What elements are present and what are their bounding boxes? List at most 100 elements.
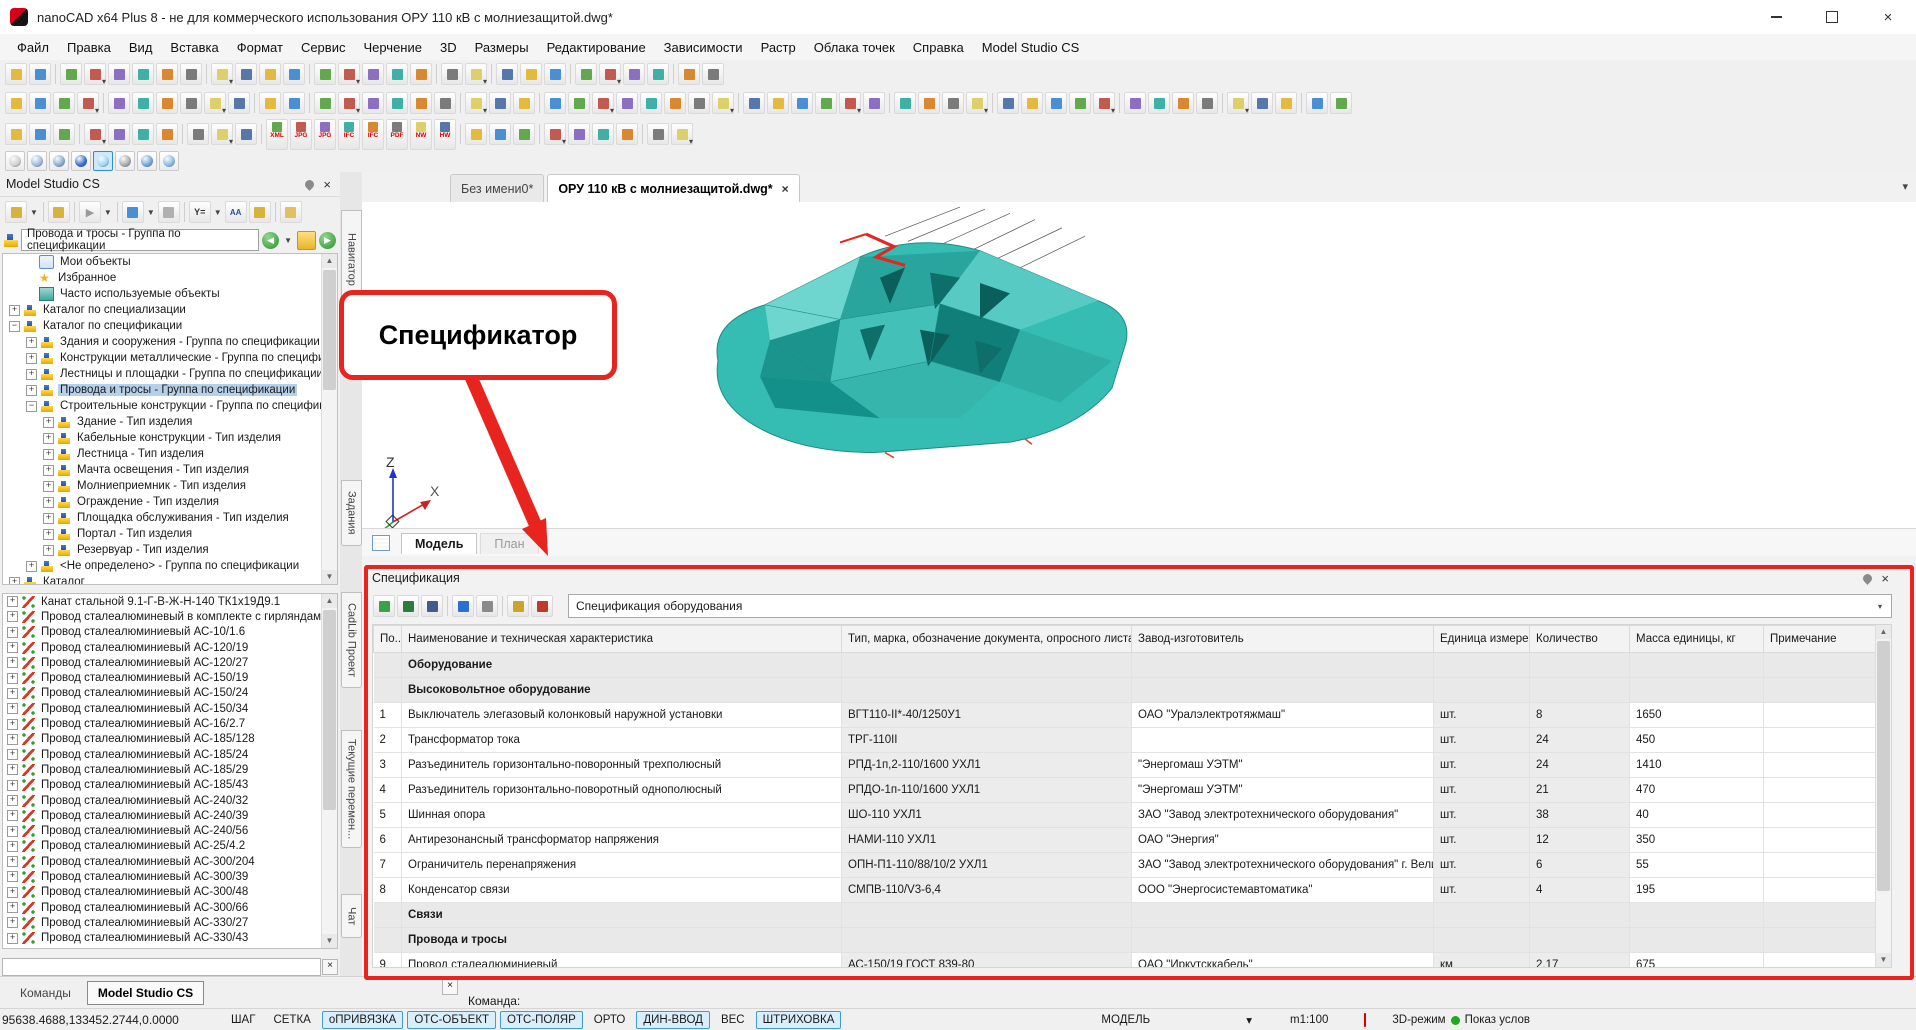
toolbar-icon[interactable] xyxy=(156,92,178,114)
tree-item[interactable]: +Каталог xyxy=(3,574,337,585)
menu-item-1[interactable]: Файл xyxy=(8,37,58,58)
export-ifc-icon[interactable]: IFC xyxy=(338,119,360,150)
chip-icon[interactable] xyxy=(158,201,180,223)
pin-icon[interactable] xyxy=(304,178,317,191)
tree-item[interactable]: +Резервуар - Тип изделия xyxy=(3,542,337,558)
export-xml-icon[interactable]: XML xyxy=(266,119,288,150)
toolbar-icon[interactable] xyxy=(1251,92,1273,114)
scroll-up-icon[interactable]: ▲ xyxy=(322,594,337,608)
expander-icon[interactable]: + xyxy=(43,497,54,508)
filter-input[interactable] xyxy=(2,958,321,976)
toolbar-icon[interactable] xyxy=(623,63,645,85)
menu-item-7[interactable]: Черчение xyxy=(354,37,431,58)
visual-style-icon-4[interactable] xyxy=(71,151,91,171)
toolbar-icon[interactable] xyxy=(1124,92,1146,114)
expander-icon[interactable]: + xyxy=(7,780,18,791)
toolbar-icon[interactable] xyxy=(434,92,456,114)
minimize-button[interactable] xyxy=(1748,0,1804,34)
back-icon[interactable]: ◀ xyxy=(262,232,279,249)
visual-style-icon-7[interactable] xyxy=(137,151,157,171)
expander-icon[interactable]: + xyxy=(43,449,54,460)
delete-table-icon[interactable] xyxy=(531,595,553,617)
console-tab-inactive[interactable]: Команды xyxy=(10,982,81,1004)
toolbar-icon[interactable] xyxy=(314,63,336,85)
forward-icon[interactable]: ▶ xyxy=(319,232,336,249)
document-tab[interactable]: ОРУ 110 кВ с молниезащитой.dwg*× xyxy=(547,174,799,202)
expander-icon[interactable]: + xyxy=(7,871,18,882)
close-icon[interactable]: × xyxy=(320,177,334,192)
toggle-опривязка[interactable]: оПРИВЯЗКА xyxy=(322,1011,404,1029)
toolbar-icon[interactable] xyxy=(386,92,408,114)
table-row[interactable]: 8Конденсатор связиСМПВ-110/V3-6,4ООО "Эн… xyxy=(374,878,1891,903)
visual-style-icon-1[interactable] xyxy=(5,151,25,171)
mode-3d-label[interactable]: 3D-режим xyxy=(1392,1014,1445,1026)
document-tab[interactable]: Без имени0* xyxy=(450,174,544,202)
toolbar-icon[interactable] xyxy=(894,92,916,114)
visual-style-icon-2[interactable] xyxy=(27,151,47,171)
toolbar-icon[interactable] xyxy=(918,92,940,114)
list-item[interactable]: +Провод сталеалюминиевый АС-330/27 xyxy=(3,915,337,930)
expander-icon[interactable]: + xyxy=(7,642,18,653)
expander-icon[interactable]: + xyxy=(7,611,18,622)
expander-icon[interactable]: + xyxy=(7,917,18,928)
clear-filter-button[interactable]: × xyxy=(322,959,338,975)
refresh-icon[interactable] xyxy=(452,595,474,617)
toolbar-icon[interactable] xyxy=(942,92,964,114)
toolbar-icon[interactable] xyxy=(108,63,130,85)
close-icon[interactable]: × xyxy=(1878,571,1892,586)
toolbar-icon[interactable] xyxy=(5,123,27,145)
expander-icon[interactable]: + xyxy=(43,481,54,492)
toolbar-icon[interactable] xyxy=(743,92,765,114)
table-row[interactable]: 3Разъединитель горизонтально-поворонный … xyxy=(374,753,1891,778)
toggle-отс-поляр[interactable]: ОТС-ПОЛЯР xyxy=(500,1011,583,1029)
toolbar-icon[interactable] xyxy=(53,92,75,114)
scroll-down-icon[interactable]: ▼ xyxy=(322,934,337,948)
export-ifc-icon[interactable]: IFC xyxy=(362,119,384,150)
toolbar-icon[interactable] xyxy=(664,92,686,114)
dropdown-caret-icon[interactable]: ▾ xyxy=(1246,1015,1252,1027)
tree-item[interactable]: +Конструкции металлические - Группа по с… xyxy=(3,350,337,366)
scroll-thumb[interactable] xyxy=(323,610,336,810)
tree-item[interactable]: +Мачта освещения - Тип изделия xyxy=(3,462,337,478)
visual-style-icon-3[interactable] xyxy=(49,151,69,171)
toolbar-icon[interactable] xyxy=(235,123,257,145)
export-pdf-icon[interactable]: PDF xyxy=(386,119,408,150)
list-item[interactable]: +Провод сталеалюминиевый АС-150/19 xyxy=(3,670,337,685)
toolbar-icon[interactable] xyxy=(863,92,885,114)
toolbar-icon[interactable] xyxy=(513,92,535,114)
toolbar-icon[interactable] xyxy=(29,123,51,145)
list-item[interactable]: +Провод сталеалюминиевый АС-150/24 xyxy=(3,686,337,701)
table-row[interactable]: Провода и тросы xyxy=(374,928,1891,953)
printer-icon[interactable] xyxy=(5,201,27,223)
export-nw-icon[interactable]: NW xyxy=(410,119,432,150)
toolbar-icon[interactable] xyxy=(616,92,638,114)
column-header[interactable]: Завод-изготовитель xyxy=(1132,626,1434,653)
toolbar-icon[interactable] xyxy=(84,63,106,85)
list-scrollbar[interactable]: ▲ ▼ xyxy=(321,594,337,948)
menu-item-11[interactable]: Зависимости xyxy=(655,37,752,58)
expander-icon[interactable]: + xyxy=(7,673,18,684)
expander-icon[interactable]: + xyxy=(43,545,54,556)
toolbar-icon[interactable] xyxy=(1069,92,1091,114)
tree-item[interactable]: −Строительные конструкции - Группа по сп… xyxy=(3,398,337,414)
toggle-шаг[interactable]: ШАГ xyxy=(224,1011,262,1029)
toggle-сетка[interactable]: СЕТКА xyxy=(266,1011,317,1029)
tree-item[interactable]: +Кабельные конструкции - Тип изделия xyxy=(3,430,337,446)
toolbar-icon[interactable] xyxy=(647,123,669,145)
toolbar-icon[interactable] xyxy=(592,123,614,145)
panel-splitter[interactable] xyxy=(0,585,340,593)
tree-item[interactable]: +Лестница - Тип изделия xyxy=(3,446,337,462)
toolbar-icon[interactable] xyxy=(465,123,487,145)
toolbar-icon[interactable] xyxy=(211,63,233,85)
sort-icon[interactable] xyxy=(373,595,395,617)
scroll-thumb[interactable] xyxy=(323,270,336,390)
menu-item-12[interactable]: Растр xyxy=(752,37,805,58)
toolbar-icon[interactable] xyxy=(465,63,487,85)
expander-icon[interactable]: + xyxy=(43,529,54,540)
funnel-icon[interactable] xyxy=(249,201,271,223)
menu-item-13[interactable]: Облака точек xyxy=(805,37,904,58)
clipboard-icon[interactable] xyxy=(280,201,302,223)
tree-item[interactable]: +Лестницы и площадки - Группа по специфи… xyxy=(3,366,337,382)
toolbar-icon[interactable] xyxy=(362,63,384,85)
expander-icon[interactable]: + xyxy=(7,764,18,775)
